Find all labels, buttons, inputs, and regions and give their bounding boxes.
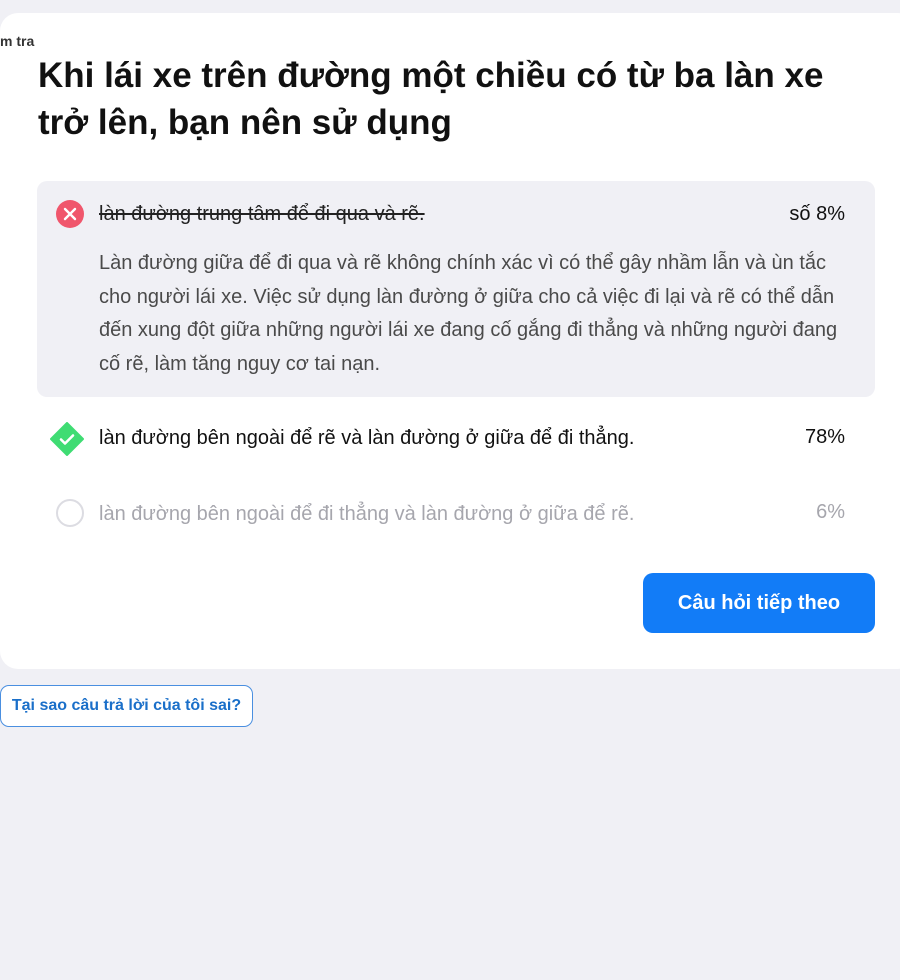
- breadcrumb: m tra: [0, 33, 35, 49]
- radio-circle-icon: [56, 499, 84, 527]
- next-question-button[interactable]: Câu hỏi tiếp theo: [643, 573, 875, 633]
- answer-option-unselected[interactable]: làn đường bên ngoài để đi thẳng và làn đ…: [37, 494, 875, 540]
- answer-option-correct[interactable]: làn đường bên ngoài để rẽ và làn đường ở…: [37, 418, 875, 464]
- answer-option-percent: số 8%: [789, 203, 845, 225]
- answer-option-percent: 6%: [816, 501, 845, 523]
- answer-option-text: làn đường bên ngoài để đi thẳng và làn đ…: [99, 503, 635, 525]
- answer-explanation: Làn đường giữa để đi qua và rẽ không chí…: [99, 252, 838, 375]
- answer-option-percent: 78%: [804, 426, 845, 448]
- answer-option-wrong[interactable]: làn đường trung tâm để đi qua và rẽ. số …: [37, 181, 875, 397]
- correct-check-icon: [50, 422, 84, 456]
- answer-option-text: làn đường bên ngoài để rẽ và làn đường ở…: [99, 427, 635, 449]
- why-wrong-button[interactable]: Tại sao câu trả lời của tôi sai?: [0, 685, 253, 727]
- answer-option-text: làn đường trung tâm để đi qua và rẽ.: [99, 203, 425, 225]
- incorrect-x-icon: [56, 200, 84, 228]
- question-title: Khi lái xe trên đường một chiều có từ ba…: [38, 56, 824, 142]
